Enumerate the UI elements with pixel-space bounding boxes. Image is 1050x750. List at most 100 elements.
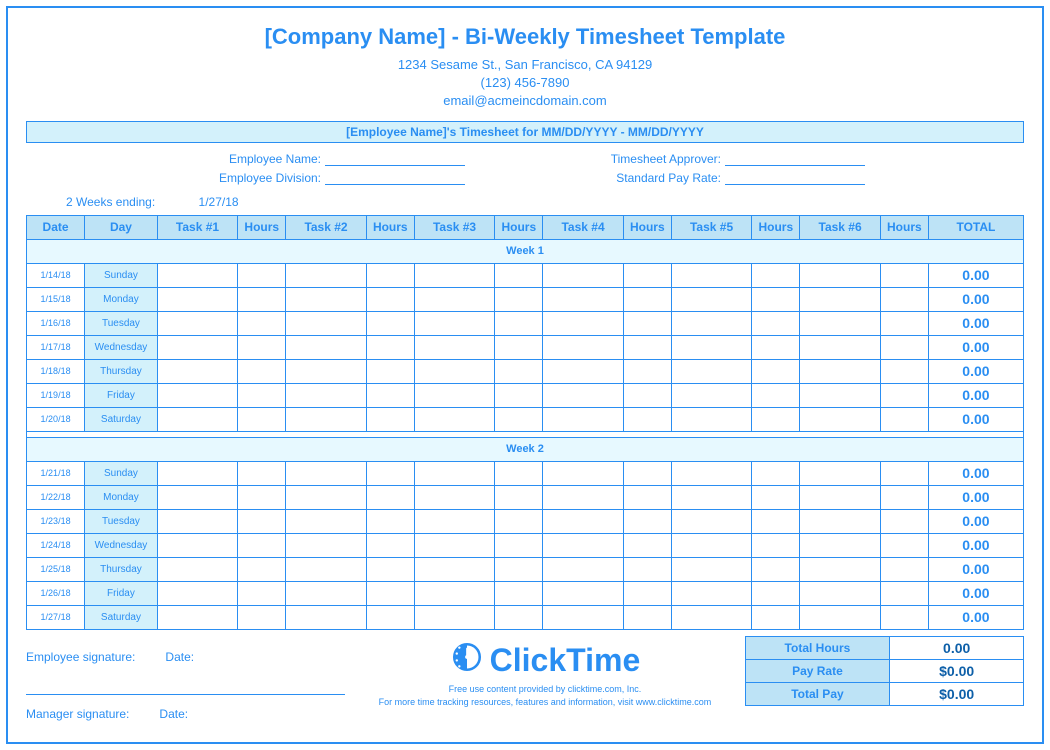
- entry-cell[interactable]: [495, 383, 543, 407]
- entry-cell[interactable]: [800, 311, 880, 335]
- entry-cell[interactable]: [414, 581, 494, 605]
- entry-cell[interactable]: [414, 287, 494, 311]
- entry-cell[interactable]: [366, 359, 414, 383]
- entry-cell[interactable]: [543, 263, 623, 287]
- entry-cell[interactable]: [800, 605, 880, 629]
- entry-cell[interactable]: [752, 311, 800, 335]
- entry-cell[interactable]: [671, 533, 751, 557]
- entry-cell[interactable]: [366, 335, 414, 359]
- entry-cell[interactable]: [366, 407, 414, 431]
- entry-cell[interactable]: [366, 557, 414, 581]
- entry-cell[interactable]: [286, 287, 366, 311]
- entry-cell[interactable]: [366, 581, 414, 605]
- entry-cell[interactable]: [671, 605, 751, 629]
- entry-cell[interactable]: [366, 311, 414, 335]
- entry-cell[interactable]: [238, 509, 286, 533]
- entry-cell[interactable]: [366, 383, 414, 407]
- entry-cell[interactable]: [880, 533, 928, 557]
- entry-cell[interactable]: [543, 383, 623, 407]
- entry-cell[interactable]: [880, 581, 928, 605]
- entry-cell[interactable]: [238, 383, 286, 407]
- entry-cell[interactable]: [157, 287, 237, 311]
- entry-cell[interactable]: [286, 557, 366, 581]
- entry-cell[interactable]: [286, 311, 366, 335]
- entry-cell[interactable]: [414, 461, 494, 485]
- entry-cell[interactable]: [800, 509, 880, 533]
- entry-cell[interactable]: [800, 557, 880, 581]
- entry-cell[interactable]: [623, 359, 671, 383]
- entry-cell[interactable]: [671, 407, 751, 431]
- entry-cell[interactable]: [495, 359, 543, 383]
- employee-name-input[interactable]: [325, 151, 465, 166]
- entry-cell[interactable]: [543, 581, 623, 605]
- entry-cell[interactable]: [157, 359, 237, 383]
- entry-cell[interactable]: [414, 263, 494, 287]
- entry-cell[interactable]: [671, 509, 751, 533]
- entry-cell[interactable]: [414, 557, 494, 581]
- entry-cell[interactable]: [880, 287, 928, 311]
- entry-cell[interactable]: [157, 533, 237, 557]
- entry-cell[interactable]: [671, 335, 751, 359]
- entry-cell[interactable]: [414, 311, 494, 335]
- entry-cell[interactable]: [238, 311, 286, 335]
- entry-cell[interactable]: [752, 509, 800, 533]
- entry-cell[interactable]: [238, 359, 286, 383]
- entry-cell[interactable]: [157, 605, 237, 629]
- entry-cell[interactable]: [623, 407, 671, 431]
- entry-cell[interactable]: [623, 557, 671, 581]
- entry-cell[interactable]: [880, 605, 928, 629]
- entry-cell[interactable]: [286, 581, 366, 605]
- entry-cell[interactable]: [671, 359, 751, 383]
- entry-cell[interactable]: [623, 533, 671, 557]
- entry-cell[interactable]: [543, 407, 623, 431]
- entry-cell[interactable]: [800, 335, 880, 359]
- entry-cell[interactable]: [238, 335, 286, 359]
- entry-cell[interactable]: [752, 533, 800, 557]
- entry-cell[interactable]: [623, 581, 671, 605]
- entry-cell[interactable]: [286, 461, 366, 485]
- entry-cell[interactable]: [495, 263, 543, 287]
- entry-cell[interactable]: [880, 509, 928, 533]
- entry-cell[interactable]: [157, 581, 237, 605]
- entry-cell[interactable]: [671, 461, 751, 485]
- entry-cell[interactable]: [286, 263, 366, 287]
- entry-cell[interactable]: [157, 509, 237, 533]
- entry-cell[interactable]: [671, 287, 751, 311]
- entry-cell[interactable]: [543, 335, 623, 359]
- entry-cell[interactable]: [623, 383, 671, 407]
- entry-cell[interactable]: [623, 335, 671, 359]
- entry-cell[interactable]: [286, 509, 366, 533]
- entry-cell[interactable]: [157, 311, 237, 335]
- entry-cell[interactable]: [671, 383, 751, 407]
- entry-cell[interactable]: [543, 509, 623, 533]
- entry-cell[interactable]: [238, 581, 286, 605]
- entry-cell[interactable]: [366, 533, 414, 557]
- entry-cell[interactable]: [800, 407, 880, 431]
- entry-cell[interactable]: [366, 263, 414, 287]
- employee-division-input[interactable]: [325, 170, 465, 185]
- entry-cell[interactable]: [623, 509, 671, 533]
- entry-cell[interactable]: [623, 461, 671, 485]
- entry-cell[interactable]: [495, 533, 543, 557]
- entry-cell[interactable]: [671, 263, 751, 287]
- entry-cell[interactable]: [414, 605, 494, 629]
- entry-cell[interactable]: [157, 335, 237, 359]
- entry-cell[interactable]: [671, 311, 751, 335]
- entry-cell[interactable]: [752, 485, 800, 509]
- entry-cell[interactable]: [238, 263, 286, 287]
- entry-cell[interactable]: [880, 311, 928, 335]
- entry-cell[interactable]: [880, 359, 928, 383]
- entry-cell[interactable]: [414, 485, 494, 509]
- entry-cell[interactable]: [800, 383, 880, 407]
- entry-cell[interactable]: [495, 407, 543, 431]
- entry-cell[interactable]: [414, 509, 494, 533]
- entry-cell[interactable]: [286, 485, 366, 509]
- entry-cell[interactable]: [286, 605, 366, 629]
- entry-cell[interactable]: [286, 533, 366, 557]
- entry-cell[interactable]: [414, 383, 494, 407]
- entry-cell[interactable]: [366, 461, 414, 485]
- employee-signature-line[interactable]: [26, 694, 345, 695]
- entry-cell[interactable]: [800, 581, 880, 605]
- entry-cell[interactable]: [880, 557, 928, 581]
- entry-cell[interactable]: [495, 461, 543, 485]
